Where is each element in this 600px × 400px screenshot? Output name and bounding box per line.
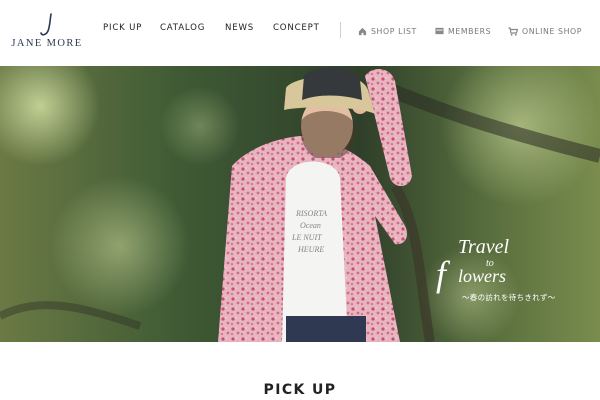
hero-caption: Travel to f lowers 〜春の訪れを待ちきれず〜: [436, 236, 586, 306]
hero-caption-travel: Travel: [458, 236, 510, 258]
nav-item-pick-up[interactable]: PICK UP: [103, 23, 142, 33]
hero-caption-f: f: [436, 254, 447, 294]
nav-divider: [340, 22, 341, 38]
svg-text:Ocean: Ocean: [300, 221, 321, 230]
svg-text:LE NUIT: LE NUIT: [291, 233, 322, 242]
nav-item-catalog[interactable]: CATALOG: [160, 23, 205, 33]
online-shop-link[interactable]: ONLINE SHOP: [508, 24, 582, 38]
shop-list-link[interactable]: SHOP LIST: [358, 24, 417, 38]
home-icon: [358, 27, 367, 35]
brand-logo[interactable]: JANE MORE: [6, 12, 88, 52]
section-title-pick-up: PICK UP: [263, 382, 337, 398]
brand-name: JANE MORE: [11, 38, 83, 49]
card-icon: [435, 27, 444, 35]
svg-text:HEURE: HEURE: [297, 245, 324, 254]
hero-caption-flowers: lowers: [458, 266, 507, 286]
cart-icon: [508, 26, 518, 36]
svg-text:RISORTA: RISORTA: [295, 209, 327, 218]
online-shop-label: ONLINE SHOP: [522, 26, 583, 36]
site-header: JANE MORE PICK UP CATALOG NEWS CONCEPT S…: [0, 0, 600, 66]
shop-list-label: SHOP LIST: [371, 26, 417, 36]
brand-mark-icon: [40, 13, 52, 36]
nav-item-concept[interactable]: CONCEPT: [273, 23, 320, 33]
members-label: MEMBERS: [448, 26, 492, 36]
nav-item-news[interactable]: NEWS: [225, 23, 254, 33]
hero-banner[interactable]: RISORTA Ocean LE NUIT HEURE Travel to f …: [0, 66, 600, 342]
hero-caption-subtitle: 〜春の訪れを待ちきれず〜: [462, 293, 556, 302]
members-link[interactable]: MEMBERS: [435, 24, 491, 38]
